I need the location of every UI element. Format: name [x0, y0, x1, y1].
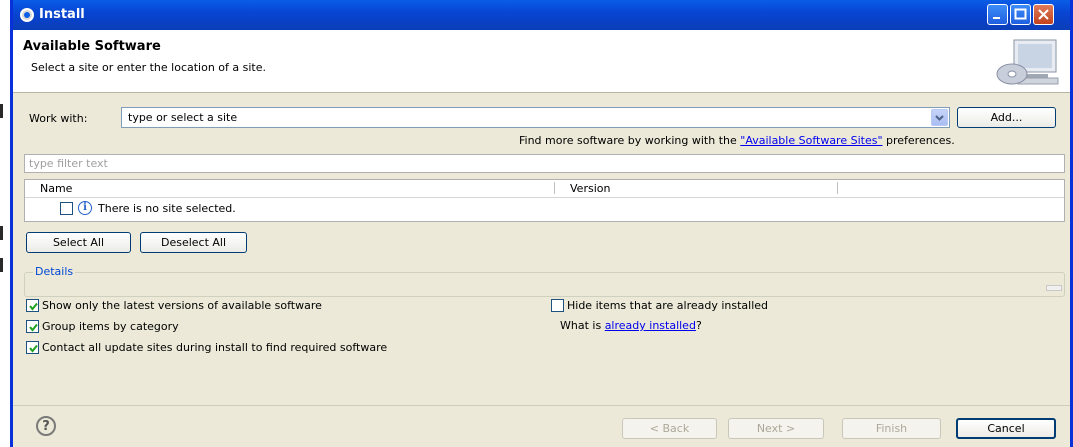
finish-button[interactable]: Finish [842, 418, 941, 439]
work-with-combo[interactable]: type or select a site [121, 107, 950, 128]
latest-versions-label: Show only the latest versions of availab… [42, 299, 322, 312]
contact-sites-checkbox[interactable] [26, 341, 39, 354]
column-version[interactable]: Version [570, 182, 610, 195]
minimize-icon [993, 17, 1000, 19]
chevron-down-icon [935, 115, 944, 121]
find-more-text: Find more software by working with the "… [519, 134, 955, 147]
install-dialog: Install Available Software Select a site… [10, 0, 1073, 447]
hide-installed-option[interactable]: Hide items that are already installed [551, 299, 851, 315]
deselect-all-button[interactable]: Deselect All [140, 232, 247, 253]
close-icon [1038, 9, 1049, 20]
table-row[interactable]: i There is no site selected. [25, 200, 1064, 218]
checkmark-icon [29, 323, 38, 332]
info-icon: i [78, 201, 92, 215]
dropdown-button[interactable] [931, 109, 948, 126]
row-text: There is no site selected. [98, 202, 236, 215]
maximize-icon [1014, 8, 1027, 20]
close-button[interactable] [1033, 4, 1054, 25]
work-with-value: type or select a site [128, 111, 238, 124]
gear-icon [20, 8, 34, 22]
window-title: Install [39, 7, 85, 22]
group-by-category-label: Group items by category [42, 320, 179, 333]
details-group: Details [24, 265, 1065, 297]
add-button[interactable]: Add... [957, 107, 1056, 128]
latest-versions-checkbox[interactable] [26, 299, 39, 312]
computer-cd-icon [996, 39, 1059, 85]
filter-placeholder: type filter text [29, 157, 108, 170]
select-all-button[interactable]: Select All [26, 232, 131, 253]
minimize-button[interactable] [987, 4, 1008, 25]
row-checkbox[interactable] [60, 202, 73, 215]
table-header: Name Version [25, 180, 1064, 198]
back-button[interactable]: < Back [622, 418, 717, 439]
checkmark-icon [29, 344, 38, 353]
work-with-label: Work with: [29, 112, 88, 125]
wizard-header: Available Software Select a site or ente… [13, 30, 1070, 93]
cancel-button[interactable]: Cancel [956, 418, 1056, 439]
checkmark-icon [29, 302, 38, 311]
column-name[interactable]: Name [40, 182, 72, 195]
details-scrollbar[interactable] [1046, 285, 1062, 291]
what-is-installed-text: What is already installed? [560, 319, 702, 332]
contact-sites-option[interactable]: Contact all update sites during install … [26, 341, 506, 357]
group-by-category-option[interactable]: Group items by category [26, 320, 326, 336]
latest-versions-option[interactable]: Show only the latest versions of availab… [26, 299, 426, 315]
background-window-edge [0, 0, 10, 447]
page-title: Available Software [23, 39, 161, 54]
filter-input[interactable]: type filter text [24, 154, 1065, 173]
software-table[interactable]: Name Version i There is no site selected… [24, 179, 1065, 222]
next-button[interactable]: Next > [728, 418, 824, 439]
details-legend: Details [33, 265, 76, 278]
help-icon[interactable]: ? [36, 416, 56, 436]
group-by-category-checkbox[interactable] [26, 320, 39, 333]
already-installed-link[interactable]: already installed [605, 319, 696, 332]
page-subtitle: Select a site or enter the location of a… [31, 61, 267, 74]
title-bar[interactable]: Install [13, 0, 1070, 30]
maximize-button[interactable] [1010, 4, 1031, 25]
hide-installed-label: Hide items that are already installed [567, 299, 769, 312]
available-software-sites-link[interactable]: "Available Software Sites" [740, 134, 882, 147]
contact-sites-label: Contact all update sites during install … [42, 341, 388, 354]
button-bar-separator [13, 405, 1070, 406]
hide-installed-checkbox[interactable] [551, 299, 564, 312]
